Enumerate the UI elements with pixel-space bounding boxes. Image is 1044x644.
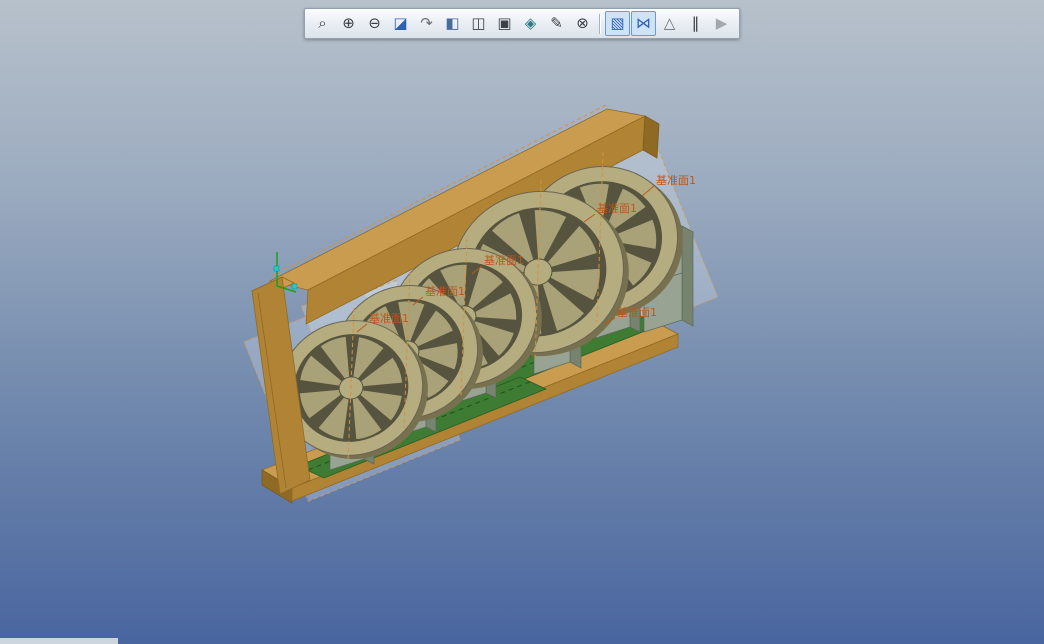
datum-plane-label[interactable]: 基准面1 [617,306,657,319]
axis-handle[interactable] [291,283,298,290]
datum-plane-label[interactable]: 基准面1 [425,285,465,298]
window-bottom-edge [0,638,118,644]
cad-window: ⌕ ⊕ ⊖ ◪ ↷ ◧ ◫ ▣ ◈ ✎ ⊗ ▧ ⋈ △ ‖ ▶ 基准面1 基准面… [0,0,1044,644]
datum-plane-label[interactable]: 基准面1 [656,174,696,187]
datum-plane-label[interactable]: 基准面1 [597,202,637,215]
datum-plane-label[interactable]: 基准面1 [369,312,409,325]
datum-plane-label[interactable]: 基准面1 [484,254,524,267]
viewport-canvas[interactable]: 基准面1 基准面1 基准面1 基准面1 基准面1 基准面1 [0,0,1044,644]
origin-handle[interactable] [273,265,280,272]
